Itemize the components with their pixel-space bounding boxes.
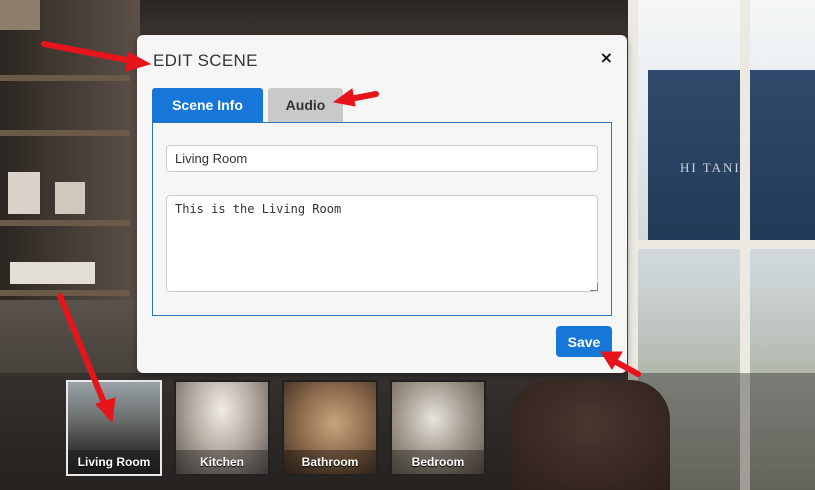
scene-thumbnail-label: Living Room [68, 450, 160, 474]
close-button[interactable]: × [600, 49, 613, 67]
tab-scene-info[interactable]: Scene Info [152, 88, 263, 122]
scene-thumbnail-bedroom[interactable]: Bedroom [390, 380, 486, 476]
scene-info-panel: Living Room This is the Living Room [152, 122, 612, 316]
scene-thumbnail-kitchen[interactable]: Kitchen [174, 380, 270, 476]
save-button[interactable]: Save [556, 326, 612, 357]
textarea-resize-handle[interactable] [590, 283, 598, 291]
tab-audio[interactable]: Audio [268, 88, 343, 122]
books [10, 262, 95, 284]
edit-scene-dialog: EDIT SCENE × Scene Info Audio Living Roo… [137, 35, 627, 373]
scene-description-input[interactable]: This is the Living Room [166, 195, 598, 292]
shelf [0, 130, 130, 136]
scene-thumbnail-label: Bathroom [284, 450, 376, 474]
shelf [0, 220, 130, 226]
window-frame [628, 240, 815, 249]
picture-frame [8, 172, 40, 214]
scene-thumbnail-living-room[interactable]: Living Room [66, 380, 162, 476]
scene-thumbnail-bathroom[interactable]: Bathroom [282, 380, 378, 476]
shelf [0, 75, 130, 81]
picture-frame [0, 0, 40, 30]
scene-thumbnail-label: Kitchen [176, 450, 268, 474]
outside-building [648, 70, 815, 240]
dialog-title: EDIT SCENE [153, 51, 258, 70]
scene-thumbnail-label: Bedroom [392, 450, 484, 474]
picture-frame [55, 182, 85, 214]
scene-name-input[interactable]: Living Room [166, 145, 598, 172]
shelf [0, 290, 130, 296]
